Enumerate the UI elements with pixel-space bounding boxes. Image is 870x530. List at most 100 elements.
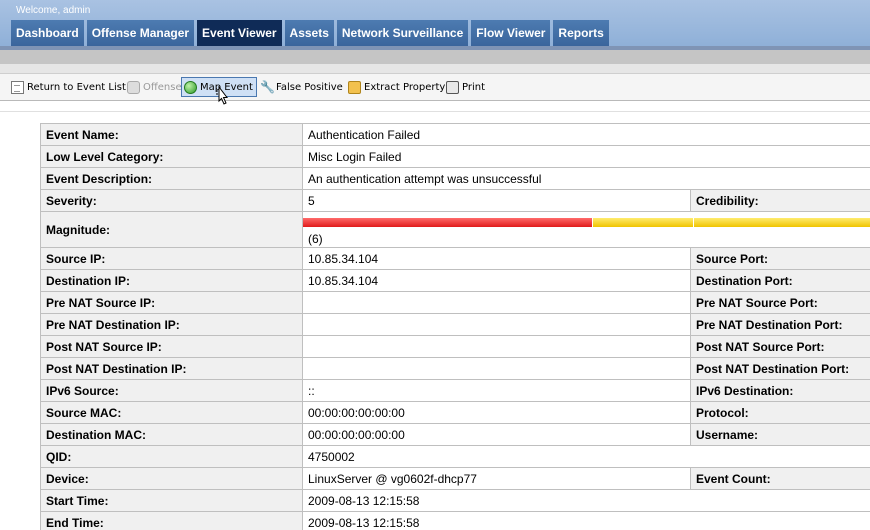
tab-assets[interactable]: Assets (284, 20, 334, 46)
mouse-pointer-icon (216, 86, 229, 105)
severity-value: 5 (302, 189, 691, 212)
pre-nat-source-port-label: Pre NAT Source Port: (689, 291, 870, 314)
document-icon (11, 80, 24, 94)
main-nav-tabs: Dashboard Offense Manager Event Viewer A… (11, 20, 612, 46)
row-device: Device: LinuxServer @ vg0602f-dhcp77 Eve… (40, 467, 870, 490)
subheader-strip (0, 64, 870, 73)
pre-nat-destination-ip-label: Pre NAT Destination IP: (40, 313, 303, 336)
low-level-category-value: Misc Login Failed (301, 145, 870, 168)
row-pre-nat-destination-ip: Pre NAT Destination IP: Pre NAT Destinat… (40, 313, 870, 336)
subheader-bar (0, 50, 870, 64)
tab-offense-manager[interactable]: Offense Manager (86, 20, 195, 46)
tab-flow-viewer[interactable]: Flow Viewer (471, 20, 551, 46)
protocol-label: Protocol: (689, 401, 870, 424)
destination-mac-label: Destination MAC: (40, 423, 303, 446)
qid-value: 4750002 (301, 445, 870, 468)
offense-label: Offense (143, 81, 182, 93)
destination-mac-value: 00:00:00:00:00:00 (302, 423, 691, 446)
username-label: Username: (689, 423, 870, 446)
app-header: Welcome, admin Dashboard Offense Manager… (0, 0, 870, 46)
source-mac-value: 00:00:00:00:00:00 (302, 401, 691, 424)
event-description-label: Event Description: (40, 167, 303, 190)
welcome-text: Welcome, admin (16, 5, 91, 16)
source-ip-label: Source IP: (40, 247, 303, 270)
pre-nat-source-ip-label: Pre NAT Source IP: (40, 291, 303, 314)
offense-icon (127, 80, 140, 94)
post-nat-source-ip-value (302, 335, 691, 358)
low-level-category-label: Low Level Category: (40, 145, 303, 168)
tab-reports[interactable]: Reports (553, 20, 609, 46)
wrench-icon: 🔧 (260, 79, 275, 94)
row-post-nat-source-ip: Post NAT Source IP: Post NAT Source Port… (40, 335, 870, 358)
end-time-value: 2009-08-13 12:15:58 (301, 511, 870, 530)
false-positive-label: False Positive (276, 81, 343, 93)
destination-ip-value: 10.85.34.104 (302, 269, 691, 292)
magnitude-bar-medium (593, 217, 693, 227)
source-mac-label: Source MAC: (40, 401, 303, 424)
tab-dashboard[interactable]: Dashboard (11, 20, 84, 46)
source-port-label: Source Port: (689, 247, 870, 270)
row-qid: QID: 4750002 (40, 445, 870, 468)
return-to-event-list-label: Return to Event List (27, 81, 126, 93)
post-nat-source-ip-label: Post NAT Source IP: (40, 335, 303, 358)
row-severity: Severity: 5 Credibility: (40, 189, 870, 212)
pre-nat-source-ip-value (302, 291, 691, 314)
row-event-name: Event Name: Authentication Failed (40, 123, 870, 146)
qid-label: QID: (40, 445, 303, 468)
map-globe-icon (184, 80, 197, 94)
event-description-value: An authentication attempt was unsuccessf… (301, 167, 870, 190)
row-end-time: End Time: 2009-08-13 12:15:58 (40, 511, 870, 530)
source-ip-value: 10.85.34.104 (302, 247, 691, 270)
return-to-event-list-button[interactable]: Return to Event List (11, 77, 126, 97)
row-destination-mac: Destination MAC: 00:00:00:00:00:00 Usern… (40, 423, 870, 446)
post-nat-destination-ip-value (302, 357, 691, 380)
false-positive-button[interactable]: 🔧 False Positive (260, 77, 343, 97)
content-divider (0, 111, 870, 112)
extract-property-button[interactable]: Extract Property (348, 77, 445, 97)
post-nat-destination-ip-label: Post NAT Destination IP: (40, 357, 303, 380)
post-nat-destination-port-label: Post NAT Destination Port: (689, 357, 870, 380)
destination-port-label: Destination Port: (689, 269, 870, 292)
row-magnitude: Magnitude: (6) (40, 211, 870, 248)
row-source-mac: Source MAC: 00:00:00:00:00:00 Protocol: (40, 401, 870, 424)
magnitude-cell: (6) (301, 211, 870, 248)
magnitude-meter: (6) (303, 213, 870, 247)
magnitude-value: (6) (308, 231, 323, 246)
magnitude-bar-high (303, 217, 592, 227)
magnitude-label: Magnitude: (40, 211, 303, 248)
start-time-value: 2009-08-13 12:15:58 (301, 489, 870, 512)
row-post-nat-destination-ip: Post NAT Destination IP: Post NAT Destin… (40, 357, 870, 380)
row-pre-nat-source-ip: Pre NAT Source IP: Pre NAT Source Port: (40, 291, 870, 314)
tab-network-surveillance[interactable]: Network Surveillance (336, 20, 469, 46)
event-toolbar: Return to Event List Offense Map Event 🔧… (0, 73, 870, 101)
row-destination-ip: Destination IP: 10.85.34.104 Destination… (40, 269, 870, 292)
print-label: Print (462, 81, 486, 93)
event-name-label: Event Name: (40, 123, 303, 146)
credibility-label: Credibility: (689, 189, 870, 212)
device-label: Device: (40, 467, 303, 490)
post-nat-source-port-label: Post NAT Source Port: (689, 335, 870, 358)
severity-label: Severity: (40, 189, 303, 212)
magnitude-bar-low (694, 217, 870, 227)
print-button[interactable]: Print (446, 77, 485, 97)
ipv6-destination-label: IPv6 Destination: (689, 379, 870, 402)
extract-icon (348, 80, 361, 94)
offense-button[interactable]: Offense (127, 77, 182, 97)
row-source-ip: Source IP: 10.85.34.104 Source Port: (40, 247, 870, 270)
event-name-value: Authentication Failed (301, 123, 870, 146)
row-start-time: Start Time: 2009-08-13 12:15:58 (40, 489, 870, 512)
printer-icon (446, 80, 459, 94)
destination-ip-label: Destination IP: (40, 269, 303, 292)
row-low-level-category: Low Level Category: Misc Login Failed (40, 145, 870, 168)
extract-property-label: Extract Property (364, 81, 446, 93)
row-ipv6-source: IPv6 Source: :: IPv6 Destination: (40, 379, 870, 402)
device-value: LinuxServer @ vg0602f-dhcp77 (302, 467, 691, 490)
tab-event-viewer[interactable]: Event Viewer (197, 20, 282, 46)
pre-nat-destination-ip-value (302, 313, 691, 336)
pre-nat-destination-port-label: Pre NAT Destination Port: (689, 313, 870, 336)
event-count-label: Event Count: (689, 467, 870, 490)
start-time-label: Start Time: (40, 489, 303, 512)
ipv6-source-value: :: (302, 379, 691, 402)
ipv6-source-label: IPv6 Source: (40, 379, 303, 402)
end-time-label: End Time: (40, 511, 303, 530)
